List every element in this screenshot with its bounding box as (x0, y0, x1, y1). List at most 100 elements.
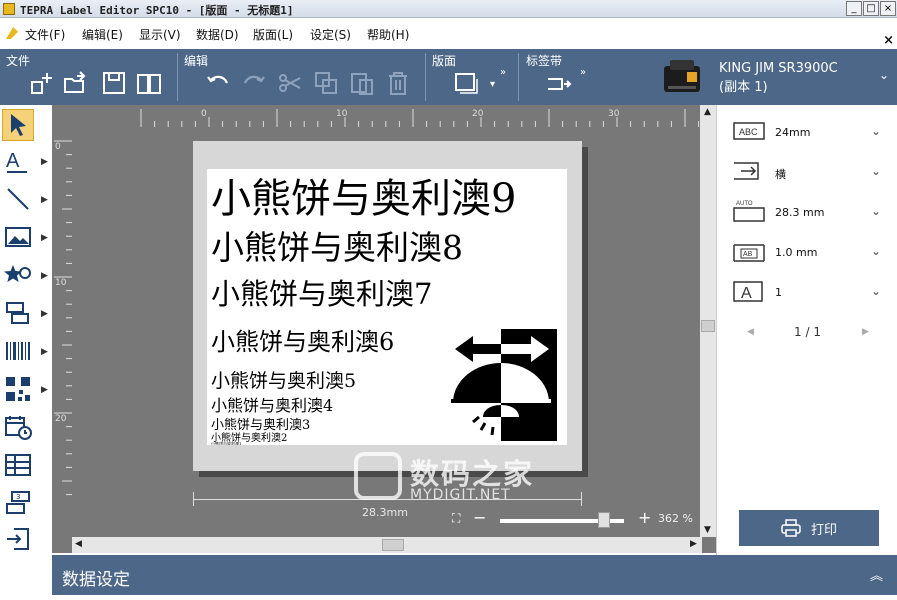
barcode-tool-icon[interactable] (2, 335, 34, 367)
line-tool-icon[interactable] (2, 183, 34, 215)
label-text-line[interactable]: 小熊饼与奥利澳8 (211, 231, 463, 264)
chevron-down-icon[interactable]: ⌄ (871, 284, 881, 298)
ruler-top-label: 0 (201, 109, 207, 119)
import-tool-icon[interactable] (2, 523, 34, 555)
label-print-area[interactable]: 小熊饼与奥利澳9 小熊饼与奥利澳8 小熊饼与奥利澳7 小熊饼与奥利澳6 小熊饼与… (207, 169, 567, 445)
light-arrows-icon[interactable] (451, 329, 557, 441)
qrcode-tool-icon[interactable] (2, 373, 34, 405)
redo-icon[interactable] (240, 69, 268, 97)
text-tool-more-icon[interactable]: ▶ (41, 157, 48, 167)
clipart-tool-icon[interactable] (2, 259, 34, 291)
close-document-button[interactable]: × (883, 33, 894, 48)
document-icon (6, 27, 18, 39)
copy-icon[interactable] (312, 69, 340, 97)
margin-value: 1.0 mm (775, 246, 818, 259)
prev-page-icon[interactable]: ◀ (747, 327, 754, 337)
zoom-slider-thumb[interactable] (598, 512, 610, 528)
watermark-logo-icon (354, 452, 402, 500)
image-tool-icon[interactable] (2, 221, 34, 253)
menu-edit[interactable]: 编辑(E) (82, 26, 123, 43)
chevron-down-icon[interactable]: ⌄ (871, 124, 881, 138)
orientation-setting[interactable]: 横 ⌄ (733, 157, 893, 187)
vertical-scrollbar[interactable]: ▲ ▼ (700, 105, 716, 537)
chevron-down-icon[interactable]: ⌄ (871, 164, 881, 178)
data-settings-bar[interactable]: 数据设定 ︽ (52, 555, 897, 595)
maximize-button[interactable]: □ (863, 1, 879, 16)
printer-copy: (副本 1) (719, 80, 768, 95)
tape-more-icon[interactable]: » (580, 67, 586, 78)
horizontal-scrollbar[interactable]: ◀ ▶ (72, 537, 702, 553)
layout-dropdown-icon[interactable]: ▾ (490, 79, 495, 90)
tape-length-icon: AUTO (733, 201, 765, 222)
fit-screen-icon[interactable]: ⛶ (452, 511, 460, 526)
image-tool-more-icon[interactable]: ▶ (41, 233, 48, 243)
horizontal-scroll-thumb[interactable] (382, 539, 404, 551)
label-text-line[interactable]: 小熊饼与奥利澳1 (211, 442, 242, 445)
tape-width-setting[interactable]: ABC 24mm ⌄ (733, 117, 893, 147)
close-window-button[interactable]: × (880, 1, 896, 16)
minimize-button[interactable]: _ (846, 1, 862, 16)
vertical-scroll-thumb[interactable] (701, 320, 715, 332)
scroll-left-icon[interactable]: ◀ (75, 539, 82, 549)
horizontal-ruler (129, 105, 753, 127)
open-icon[interactable] (62, 69, 90, 97)
menu-help[interactable]: 帮助(H) (367, 26, 409, 43)
qrcode-tool-more-icon[interactable]: ▶ (41, 385, 48, 395)
label-text-line[interactable]: 小熊饼与奥利澳7 (211, 280, 432, 309)
scroll-down-icon[interactable]: ▼ (704, 525, 711, 535)
menu-view[interactable]: 显示(V) (139, 26, 181, 43)
label-text-line[interactable]: 小熊饼与奥利澳4 (211, 398, 333, 414)
table-tool-icon[interactable] (2, 449, 34, 481)
date-tool-icon[interactable] (2, 411, 34, 443)
watermark-text-en: MYDIGIT.NET (410, 487, 511, 503)
margin-setting[interactable]: AB 1.0 mm ⌄ (733, 237, 893, 267)
ruler-top-label: 10 (336, 109, 348, 119)
print-button[interactable]: 打印 (739, 510, 879, 546)
frame-tool-icon[interactable] (2, 297, 34, 329)
tape-cut-icon[interactable] (545, 69, 573, 97)
barcode-tool-more-icon[interactable]: ▶ (41, 347, 48, 357)
copies-icon: A (733, 281, 763, 302)
next-page-icon[interactable]: ▶ (862, 327, 869, 337)
zoom-out-button[interactable]: − (473, 508, 486, 527)
print-label: 打印 (810, 522, 837, 538)
menu-data[interactable]: 数据(D) (196, 26, 239, 43)
svg-text:ABC: ABC (739, 127, 758, 137)
menu-file[interactable]: 文件(F) (25, 26, 65, 43)
collapse-icon[interactable]: ︽ (870, 565, 883, 584)
save-icon[interactable] (100, 69, 128, 97)
scroll-up-icon[interactable]: ▲ (704, 107, 711, 117)
printer-selector[interactable]: KING JIM SR3900C (副本 1) (719, 59, 838, 97)
cut-icon[interactable] (276, 69, 304, 97)
undo-icon[interactable] (204, 69, 232, 97)
select-tool-icon[interactable] (2, 109, 34, 141)
data-settings-title: 数据设定 (62, 570, 130, 590)
label-text-line[interactable]: 小熊饼与奥利澳5 (211, 372, 356, 391)
frame-tool-more-icon[interactable]: ▶ (41, 309, 48, 319)
label-text-line[interactable]: 小熊饼与奥利澳9 (211, 179, 516, 219)
label-text-line[interactable]: 小熊饼与奥利澳6 (211, 330, 394, 354)
tape-length-setting[interactable]: AUTO 28.3 mm ⌄ (733, 197, 893, 227)
zoom-in-button[interactable]: + (638, 508, 651, 527)
delete-icon[interactable] (384, 69, 412, 97)
printer-chevron-down-icon[interactable]: ⌄ (879, 68, 889, 82)
layout-frame-icon[interactable] (452, 69, 480, 97)
new-icon[interactable] (28, 69, 56, 97)
printer-name: KING JIM SR3900C (719, 61, 838, 76)
chevron-down-icon[interactable]: ⌄ (871, 244, 881, 258)
label-text-line[interactable]: 小熊饼与奥利澳3 (211, 419, 310, 432)
scroll-right-icon[interactable]: ▶ (690, 539, 697, 549)
copies-setting[interactable]: A 1 ⌄ (733, 277, 893, 307)
menu-settings[interactable]: 设定(S) (310, 26, 351, 43)
svg-text:AUTO: AUTO (736, 201, 753, 207)
layout-more-icon[interactable]: » (500, 67, 506, 78)
chevron-down-icon[interactable]: ⌄ (871, 204, 881, 218)
clipart-tool-more-icon[interactable]: ▶ (41, 271, 48, 281)
label-width-text: 28.3mm (362, 506, 408, 519)
text-tool-icon[interactable]: A (2, 145, 34, 177)
paste-icon[interactable] (348, 69, 376, 97)
menu-layout[interactable]: 版面(L) (253, 26, 293, 43)
book-icon[interactable] (135, 69, 163, 97)
line-tool-more-icon[interactable]: ▶ (41, 195, 48, 205)
numbering-tool-icon[interactable]: 3 (2, 487, 34, 519)
